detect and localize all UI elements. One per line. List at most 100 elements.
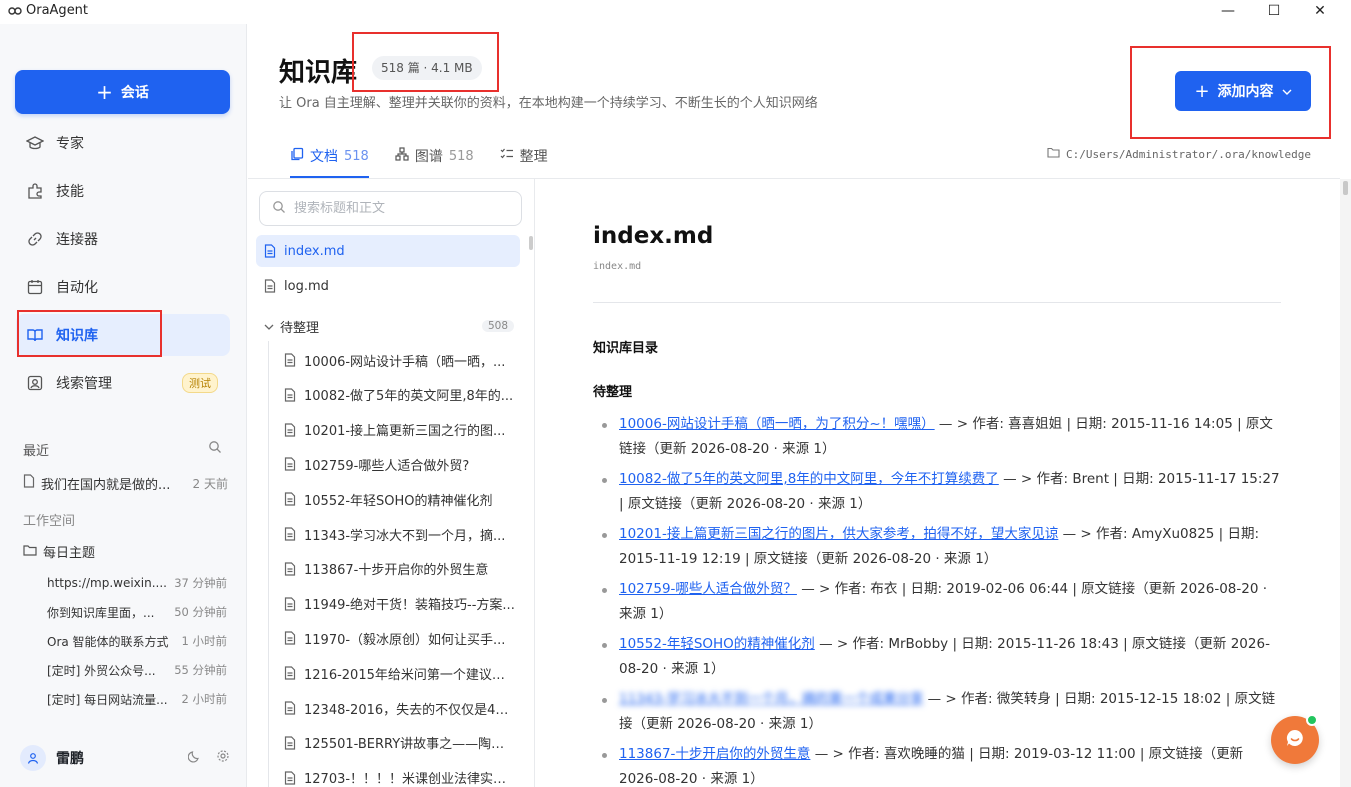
- new-chat-button[interactable]: + 会话: [15, 70, 230, 114]
- list-item[interactable]: 125501-BERRY讲故事之——陶朱...: [276, 727, 516, 759]
- document-entry-link[interactable]: 10201-接上篇更新三国之行的图片，供大家参考，拍得不好，望大家见谅: [619, 526, 1058, 542]
- app-logo-icon: [8, 4, 22, 18]
- avatar[interactable]: [20, 745, 46, 771]
- folder-item-title: [定时] 每日网站流量...: [47, 692, 168, 707]
- folder-item[interactable]: Ora 智能体的联系方式 1 小时前: [47, 631, 227, 651]
- folder-open-icon: [23, 544, 37, 560]
- minimize-button[interactable]: —: [1205, 0, 1251, 24]
- file-search[interactable]: [259, 191, 522, 226]
- recent-item[interactable]: 我们在国内就是做的... 2 天前: [23, 473, 228, 493]
- chevron-down-icon: [264, 319, 274, 334]
- file-name: 102759-哪些人适合做外贸?: [304, 458, 470, 474]
- close-button[interactable]: ✕: [1297, 0, 1343, 24]
- document-entry: 10552-年轻SOHO的精神催化剂 — > 作者: MrBobby | 日期:…: [593, 632, 1283, 682]
- maximize-button[interactable]: ☐: [1251, 0, 1297, 24]
- add-content-label: 添加内容: [1217, 84, 1274, 100]
- graph-icon: [395, 147, 409, 165]
- file-name: 125501-BERRY讲故事之——陶朱...: [304, 737, 516, 753]
- copy-icon: [290, 147, 304, 165]
- sidebar: + 会话 专家 技能 连接器 自动化 知识库 线索管理 测试 最近 我们在国内就…: [0, 24, 247, 787]
- document-entry-list: 10006-网站设计手稿（晒一晒，为了积分~！嘿嘿） — > 作者: 喜喜姐姐 …: [593, 412, 1283, 787]
- document-entry-link[interactable]: 102759-哪些人适合做外贸？: [619, 581, 797, 597]
- document-entry: 10082-做了5年的英文阿里,8年的中文阿里，今年不打算续费了 — > 作者:…: [593, 467, 1283, 517]
- document-entry-link[interactable]: 10006-网站设计手稿（晒一晒，为了积分~！嘿嘿）: [619, 416, 935, 432]
- tab-label: 整理: [519, 149, 548, 165]
- document-icon: [284, 596, 296, 611]
- list-item[interactable]: 10006-网站设计手稿（晒一晒，...: [276, 344, 516, 376]
- list-item[interactable]: 10082-做了5年的英文阿里,8年的...: [276, 379, 516, 411]
- plus-icon: +: [96, 80, 113, 104]
- document-entry: 10201-接上篇更新三国之行的图片，供大家参考，拍得不好，望大家见谅 — > …: [593, 522, 1283, 572]
- tab-documents[interactable]: 文档 518: [290, 134, 369, 178]
- list-item[interactable]: 11949-绝对干货！装箱技巧--方案...: [276, 588, 516, 620]
- list-item[interactable]: 1216-2015年给米问第一个建议，...: [276, 657, 516, 689]
- nav-item-skills[interactable]: 技能: [16, 170, 230, 212]
- file-name: 12703-！！！！米课创业法律实务...: [304, 772, 516, 787]
- list-item[interactable]: 102759-哪些人适合做外贸?: [276, 448, 516, 480]
- document-icon: [284, 492, 296, 506]
- nav-item-label: 连接器: [56, 232, 98, 248]
- title-bar: OraAgent — ☐ ✕: [0, 0, 1351, 24]
- nav-item-label: 专家: [56, 136, 84, 152]
- document-icon: [284, 770, 296, 785]
- document-icon: [284, 457, 296, 471]
- chevron-down-icon: [1282, 83, 1292, 99]
- chat-support-button[interactable]: [1271, 714, 1319, 764]
- file-item-index[interactable]: index.md: [256, 235, 520, 267]
- document-icon: [284, 353, 296, 367]
- add-content-button[interactable]: + 添加内容: [1175, 71, 1311, 111]
- document-entry-link[interactable]: 11343-学习冰大不到一个月，摘的第一个成果分享: [619, 691, 923, 707]
- list-item[interactable]: 12348-2016，失去的不仅仅是40...: [276, 692, 516, 724]
- document-entry: 10006-网站设计手稿（晒一晒，为了积分~！嘿嘿） — > 作者: 喜喜姐姐 …: [593, 412, 1283, 462]
- moon-icon[interactable]: [187, 749, 202, 767]
- list-item[interactable]: 12703-！！！！米课创业法律实务...: [276, 762, 516, 787]
- file-name: 12348-2016，失去的不仅仅是40...: [304, 702, 516, 718]
- search-input[interactable]: [294, 201, 504, 216]
- tab-graph[interactable]: 图谱 518: [395, 134, 474, 178]
- list-item[interactable]: 11970-（毅冰原创）如何让买手...: [276, 622, 516, 654]
- tab-organize[interactable]: 整理: [500, 134, 548, 178]
- document-scrollbar[interactable]: [1340, 179, 1351, 787]
- file-name: 10201-接上篇更新三国之行的图...: [304, 424, 506, 440]
- nav-item-connectors[interactable]: 连接器: [16, 218, 230, 260]
- nav-item-experts[interactable]: 专家: [16, 122, 230, 164]
- tab-count: 518: [448, 148, 474, 164]
- folder-item-title: https://mp.weixin....: [47, 576, 167, 590]
- list-item[interactable]: 10201-接上篇更新三国之行的图...: [276, 414, 516, 446]
- document-icon: [284, 631, 296, 645]
- nav-item-label: 知识库: [56, 328, 98, 344]
- file-item-log[interactable]: log.md: [256, 270, 520, 302]
- nav-item-automation[interactable]: 自动化: [16, 266, 230, 308]
- nav-item-leads[interactable]: 线索管理 测试: [16, 362, 230, 404]
- folder-item[interactable]: https://mp.weixin.... 37 分钟前: [47, 573, 227, 593]
- list-item[interactable]: 10552-年轻SOHO的精神催化剂: [276, 483, 516, 515]
- folder-item-time: 2 小时前: [181, 692, 227, 706]
- divider: [593, 302, 1281, 303]
- folder-item[interactable]: [定时] 每日网站流量... 2 小时前: [47, 689, 227, 709]
- book-icon: [26, 326, 44, 344]
- workspace-folder[interactable]: 每日主题: [23, 542, 95, 561]
- folder-item[interactable]: [定时] 外贸公众号... 55 分钟前: [47, 660, 227, 680]
- search-icon[interactable]: [208, 440, 222, 458]
- view-tabs: 文档 518 图谱 518 整理: [290, 134, 548, 178]
- document-entry-link[interactable]: 10552-年轻SOHO的精神催化剂: [619, 636, 815, 652]
- file-list-scrollbar[interactable]: [529, 236, 533, 250]
- folder-name: 每日主题: [43, 546, 96, 561]
- user-row[interactable]: 雷鹏: [20, 744, 230, 772]
- contact-icon: [26, 374, 44, 392]
- nav-item-knowledge-base[interactable]: 知识库: [16, 314, 230, 356]
- storage-path: C:/Users/Administrator/.ora/knowledge: [1047, 147, 1311, 161]
- document-icon: [284, 422, 296, 437]
- storage-path-text: C:/Users/Administrator/.ora/knowledge: [1065, 147, 1311, 161]
- document-entry-link[interactable]: 113867-十步开启你的外贸生意: [619, 746, 810, 762]
- page-description: 让 Ora 自主理解、整理并关联你的资料，在本地构建一个持续学习、不断生长的个人…: [279, 96, 818, 111]
- list-item[interactable]: 113867-十步开启你的外贸生意: [276, 553, 516, 585]
- folder-item[interactable]: 你到知识库里面，... 50 分钟前: [47, 602, 227, 622]
- folder-item-title: [定时] 外贸公众号...: [47, 663, 156, 678]
- chat-doc-icon: [23, 474, 35, 492]
- list-item[interactable]: 11343-学习冰大不到一个月，摘...: [276, 518, 516, 550]
- gear-icon[interactable]: [216, 749, 230, 767]
- folder-icon: [1047, 147, 1060, 161]
- folder-pending[interactable]: 待整理 508: [264, 316, 514, 336]
- document-entry-link[interactable]: 10082-做了5年的英文阿里,8年的中文阿里，今年不打算续费了: [619, 471, 999, 487]
